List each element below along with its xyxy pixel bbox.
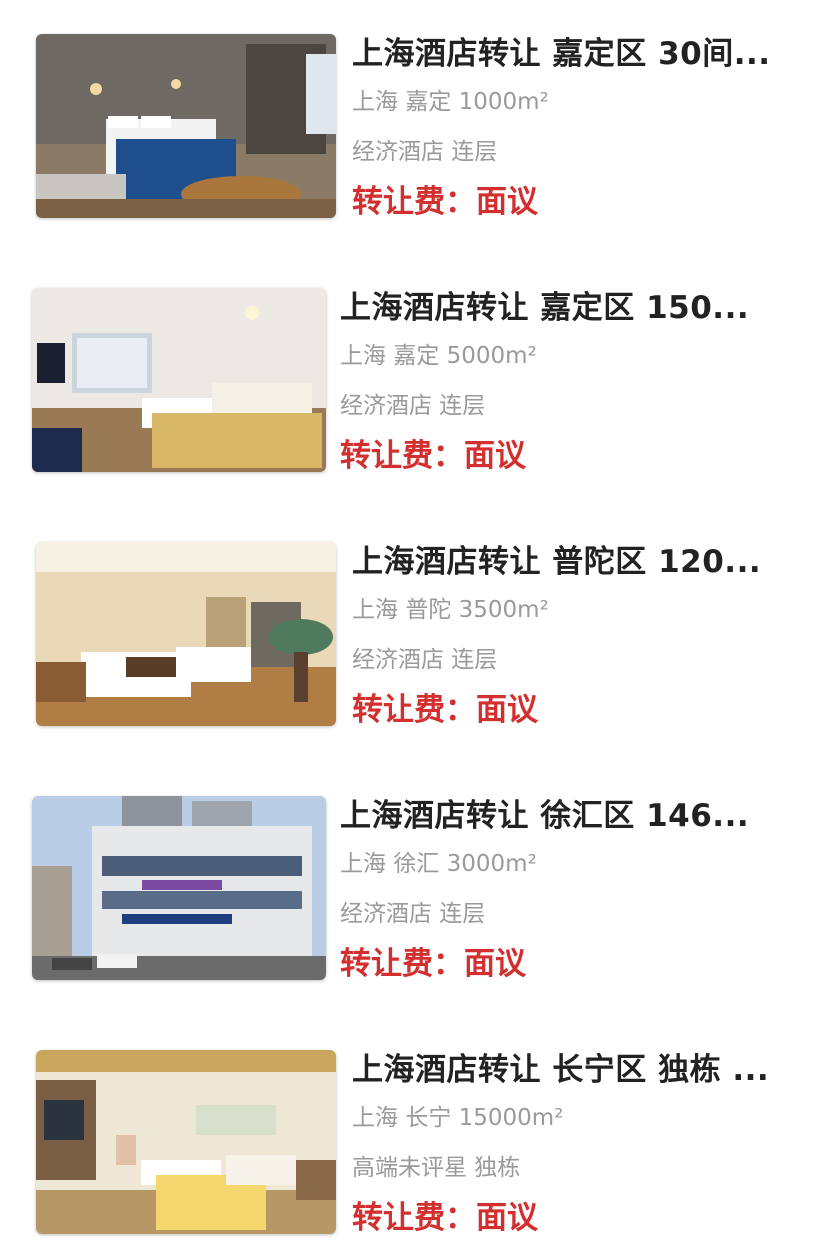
hotel-room-photo-icon xyxy=(32,288,326,472)
listing-thumbnail[interactable] xyxy=(32,288,326,472)
listing-title[interactable]: 上海酒店转让 普陀区 120... xyxy=(352,542,792,582)
listing-info: 上海酒店转让 嘉定区 30间... 上海 嘉定 1000m² 经济酒店 连层 转… xyxy=(352,34,792,222)
listing-price: 转让费：面议 xyxy=(352,690,792,730)
price-value: 面议 xyxy=(464,946,526,982)
listing-title[interactable]: 上海酒店转让 长宁区 独栋 ... xyxy=(352,1050,792,1090)
listing-area: 1000m² xyxy=(458,89,549,115)
listing-thumbnail[interactable] xyxy=(32,796,326,980)
listing-title[interactable]: 上海酒店转让 徐汇区 146... xyxy=(340,796,780,836)
price-label: 转让费： xyxy=(352,1200,476,1236)
listing-card[interactable]: 上海酒店转让 徐汇区 146... 上海 徐汇 3000m² 经济酒店 连层 转… xyxy=(0,762,828,992)
listing-tags: 经济酒店 连层 xyxy=(352,647,498,673)
listing-location: 上海 长宁 15000m² xyxy=(352,1102,792,1134)
listing-location: 上海 普陀 3500m² xyxy=(352,594,792,626)
hotel-room-photo-icon xyxy=(36,542,336,726)
listing-price: 转让费：面议 xyxy=(352,1198,792,1238)
listing-info: 上海酒店转让 嘉定区 150... 上海 嘉定 5000m² 经济酒店 连层 转… xyxy=(340,288,780,476)
price-value: 面议 xyxy=(464,438,526,474)
listing-city: 上海 xyxy=(352,597,398,623)
price-value: 面议 xyxy=(476,184,538,220)
listing-location: 上海 嘉定 5000m² xyxy=(340,340,780,372)
listing-card[interactable]: 上海酒店转让 嘉定区 30间... 上海 嘉定 1000m² 经济酒店 连层 转… xyxy=(0,0,828,230)
listing-price: 转让费：面议 xyxy=(340,436,780,476)
listing-card[interactable]: 上海酒店转让 嘉定区 150... 上海 嘉定 5000m² 经济酒店 连层 转… xyxy=(0,254,828,484)
price-label: 转让费： xyxy=(352,692,476,728)
price-label: 转让费： xyxy=(340,946,464,982)
listing-area: 5000m² xyxy=(446,343,537,369)
listing-district: 长宁 xyxy=(405,1105,452,1131)
listing-thumbnail[interactable] xyxy=(36,34,336,218)
listing-info: 上海酒店转让 徐汇区 146... 上海 徐汇 3000m² 经济酒店 连层 转… xyxy=(340,796,780,984)
listing-city: 上海 xyxy=(352,89,398,115)
listing-tags: 经济酒店 连层 xyxy=(340,393,486,419)
listing-location: 上海 徐汇 3000m² xyxy=(340,848,780,880)
listing-thumbnail[interactable] xyxy=(36,542,336,726)
listing-area: 15000m² xyxy=(458,1105,564,1131)
listing-price: 转让费：面议 xyxy=(340,944,780,984)
listing-location: 上海 嘉定 1000m² xyxy=(352,86,792,118)
listing-thumbnail[interactable] xyxy=(36,1050,336,1234)
listing-tags: 高端未评星 独栋 xyxy=(352,1155,521,1181)
listing-card[interactable]: 上海酒店转让 普陀区 120... 上海 普陀 3500m² 经济酒店 连层 转… xyxy=(0,508,828,738)
listing-price: 转让费：面议 xyxy=(352,182,792,222)
listing-district: 嘉定 xyxy=(393,343,440,369)
listing-title[interactable]: 上海酒店转让 嘉定区 150... xyxy=(340,288,780,328)
listing-area: 3500m² xyxy=(458,597,549,623)
price-value: 面议 xyxy=(476,1200,538,1236)
listing-city: 上海 xyxy=(340,343,386,369)
listing-area: 3000m² xyxy=(446,851,537,877)
hotel-room-photo-icon xyxy=(36,1050,336,1234)
listing-tags: 经济酒店 连层 xyxy=(352,139,498,165)
listing-city: 上海 xyxy=(352,1105,398,1131)
hotel-room-photo-icon xyxy=(36,34,336,218)
listing-card[interactable]: 上海酒店转让 长宁区 独栋 ... 上海 长宁 15000m² 高端未评星 独栋… xyxy=(0,1016,828,1246)
price-label: 转让费： xyxy=(352,184,476,220)
price-value: 面议 xyxy=(476,692,538,728)
listing-title[interactable]: 上海酒店转让 嘉定区 30间... xyxy=(352,34,792,74)
listing-list: 上海酒店转让 嘉定区 30间... 上海 嘉定 1000m² 经济酒店 连层 转… xyxy=(0,0,828,1258)
listing-tags: 经济酒店 连层 xyxy=(340,901,486,927)
listing-city: 上海 xyxy=(340,851,386,877)
listing-info: 上海酒店转让 长宁区 独栋 ... 上海 长宁 15000m² 高端未评星 独栋… xyxy=(352,1050,792,1238)
hotel-building-photo-icon xyxy=(32,796,326,980)
listing-district: 徐汇 xyxy=(393,851,440,877)
price-label: 转让费： xyxy=(340,438,464,474)
listing-info: 上海酒店转让 普陀区 120... 上海 普陀 3500m² 经济酒店 连层 转… xyxy=(352,542,792,730)
listing-district: 普陀 xyxy=(405,597,452,623)
listing-district: 嘉定 xyxy=(405,89,452,115)
